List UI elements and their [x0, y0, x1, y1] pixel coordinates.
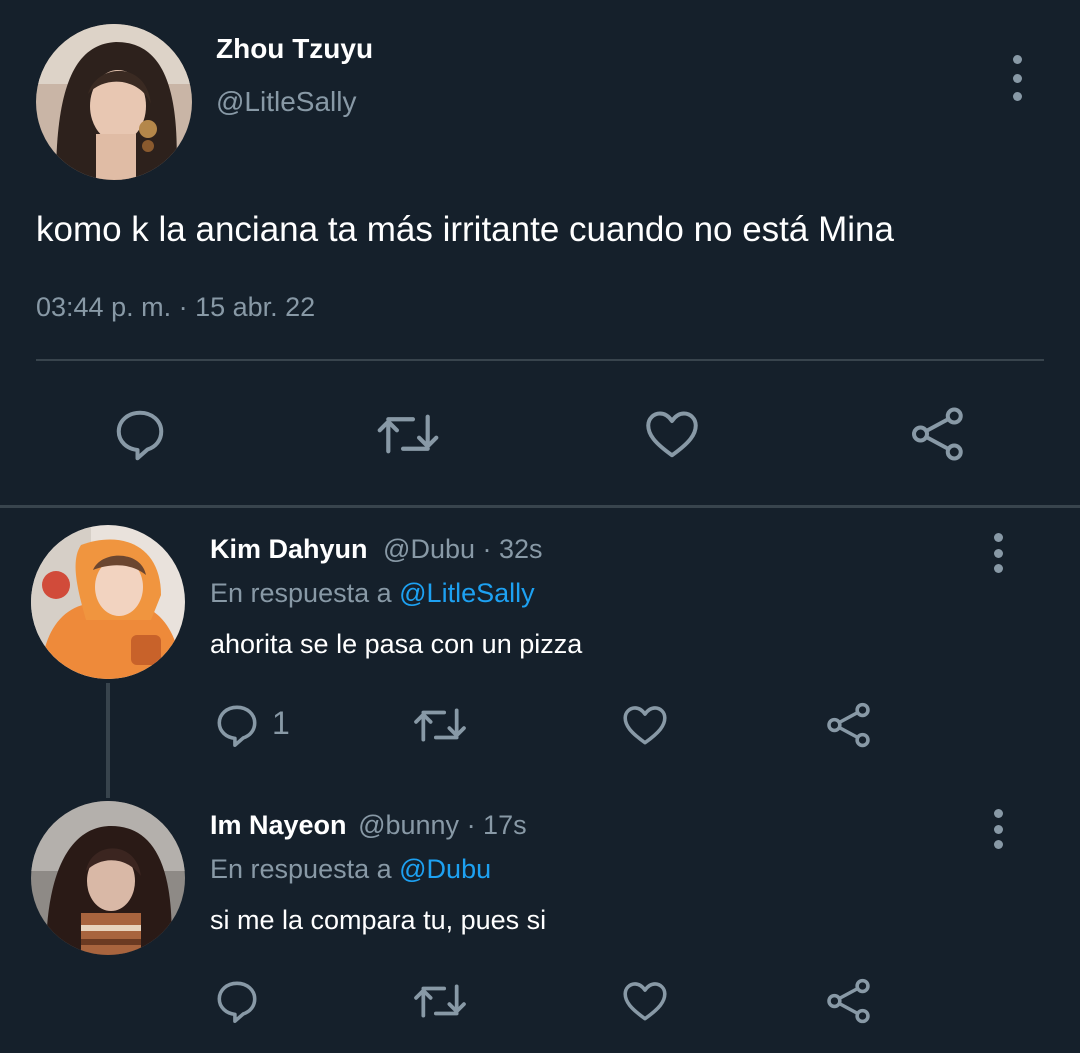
user-handle[interactable]: @LitleSally: [216, 86, 356, 118]
share-icon[interactable]: [824, 976, 874, 1026]
reply-context: En respuesta a @LitleSally: [210, 578, 535, 609]
display-name[interactable]: Im Nayeon: [210, 810, 347, 840]
user-handle[interactable]: @Dubu: [383, 534, 475, 564]
tweet-timestamp[interactable]: 03:44 p. m. · 15 abr. 22: [36, 292, 315, 323]
heart-icon[interactable]: [620, 700, 670, 750]
avatar[interactable]: [31, 801, 185, 955]
reply-count: 1: [272, 705, 290, 741]
reply-header: Kim Dahyun @Dubu · 32s: [210, 534, 543, 565]
section-divider: [0, 505, 1080, 508]
reply-text: si me la compara tu, pues si: [210, 905, 547, 935]
reply-context-label: En respuesta a: [210, 578, 392, 608]
retweet-icon[interactable]: [412, 976, 468, 1026]
heart-icon[interactable]: [642, 404, 702, 464]
user-handle[interactable]: @bunny: [358, 810, 459, 840]
more-options-icon[interactable]: [983, 533, 1013, 573]
thread-line: [106, 683, 110, 798]
retweet-icon[interactable]: [412, 700, 468, 750]
avatar[interactable]: [31, 525, 185, 679]
display-name[interactable]: Kim Dahyun: [210, 534, 368, 564]
heart-icon[interactable]: [620, 976, 670, 1026]
display-name[interactable]: Zhou Tzuyu: [216, 33, 373, 65]
more-options-icon[interactable]: [983, 809, 1013, 849]
avatar[interactable]: [36, 24, 192, 180]
retweet-icon[interactable]: [376, 404, 440, 464]
share-icon[interactable]: [908, 404, 968, 464]
reply-context: En respuesta a @Dubu: [210, 854, 491, 885]
reply-context-label: En respuesta a: [210, 854, 392, 884]
reply-time[interactable]: · 17s: [467, 810, 527, 840]
divider: [36, 359, 1044, 361]
reply-mention-link[interactable]: @Dubu: [399, 854, 491, 884]
reply-mention-link[interactable]: @LitleSally: [399, 578, 534, 608]
more-options-icon[interactable]: [1002, 55, 1032, 101]
reply-time[interactable]: · 32s: [483, 534, 543, 564]
reply-icon[interactable]: [212, 700, 262, 750]
reply-text: ahorita se le pasa con un pizza: [210, 629, 583, 659]
tweet-text: komo k la anciana ta más irritante cuand…: [36, 210, 894, 249]
reply-icon[interactable]: [110, 404, 170, 464]
share-icon[interactable]: [824, 700, 874, 750]
reply-header: Im Nayeon @bunny · 17s: [210, 810, 527, 841]
reply-icon[interactable]: [212, 976, 262, 1026]
